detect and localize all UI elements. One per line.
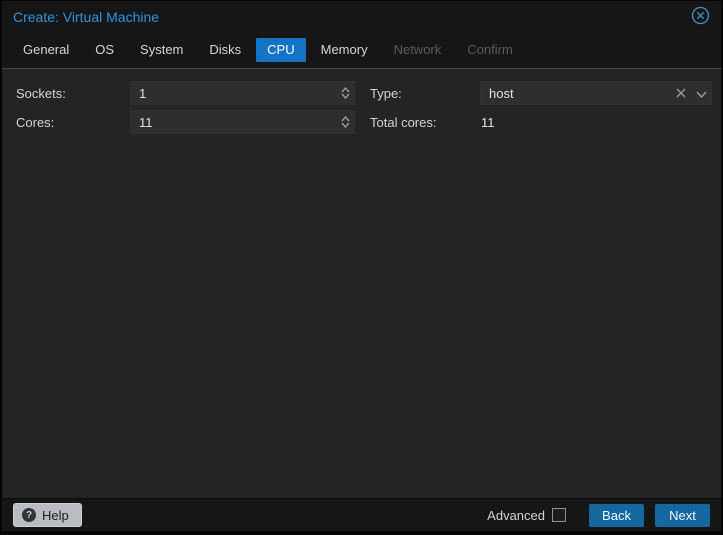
advanced-label: Advanced <box>487 508 545 523</box>
spinner-down-icon <box>341 93 350 99</box>
cores-spinner <box>130 110 355 134</box>
tab-system[interactable]: System <box>129 38 194 62</box>
next-button[interactable]: Next <box>655 504 710 527</box>
sockets-spin-buttons[interactable] <box>336 82 354 104</box>
dialog-footer: ? Help Advanced Back Next <box>2 498 721 531</box>
type-dropdown-trigger[interactable] <box>691 82 711 104</box>
cores-spin-buttons[interactable] <box>336 111 354 133</box>
tab-memory[interactable]: Memory <box>310 38 379 62</box>
sockets-input[interactable] <box>131 82 336 104</box>
tab-network: Network <box>383 38 453 62</box>
question-circle-icon: ? <box>22 508 36 522</box>
close-icon <box>691 6 710 28</box>
tab-cpu[interactable]: CPU <box>256 38 305 62</box>
type-input[interactable] <box>481 82 671 104</box>
close-button[interactable] <box>690 7 710 27</box>
tab-disks[interactable]: Disks <box>198 38 252 62</box>
cores-label: Cores: <box>16 115 130 130</box>
back-button[interactable]: Back <box>589 504 644 527</box>
help-button[interactable]: ? Help <box>13 503 82 527</box>
cores-input[interactable] <box>131 111 336 133</box>
type-combobox <box>480 81 712 105</box>
type-clear-button[interactable] <box>671 82 691 104</box>
dialog-titlebar: Create: Virtual Machine <box>2 1 721 32</box>
sockets-label: Sockets: <box>16 86 130 101</box>
x-clear-icon <box>676 86 686 101</box>
chevron-down-icon <box>696 86 707 101</box>
type-label: Type: <box>370 86 480 101</box>
spinner-down-icon <box>341 122 350 128</box>
advanced-checkbox[interactable] <box>552 508 566 522</box>
dialog-title: Create: Virtual Machine <box>13 9 690 25</box>
help-button-label: Help <box>42 508 69 523</box>
total-cores-value: 11 <box>480 115 712 130</box>
tab-general[interactable]: General <box>12 38 80 62</box>
total-cores-label: Total cores: <box>370 115 480 130</box>
wizard-tabbar: General OS System Disks CPU Memory Netwo… <box>2 32 721 68</box>
cpu-form-panel: Sockets: Type: <box>2 68 721 498</box>
sockets-spinner <box>130 81 355 105</box>
tab-os[interactable]: OS <box>84 38 125 62</box>
create-vm-dialog: Create: Virtual Machine General OS Syste… <box>0 0 723 535</box>
tab-confirm: Confirm <box>456 38 524 62</box>
